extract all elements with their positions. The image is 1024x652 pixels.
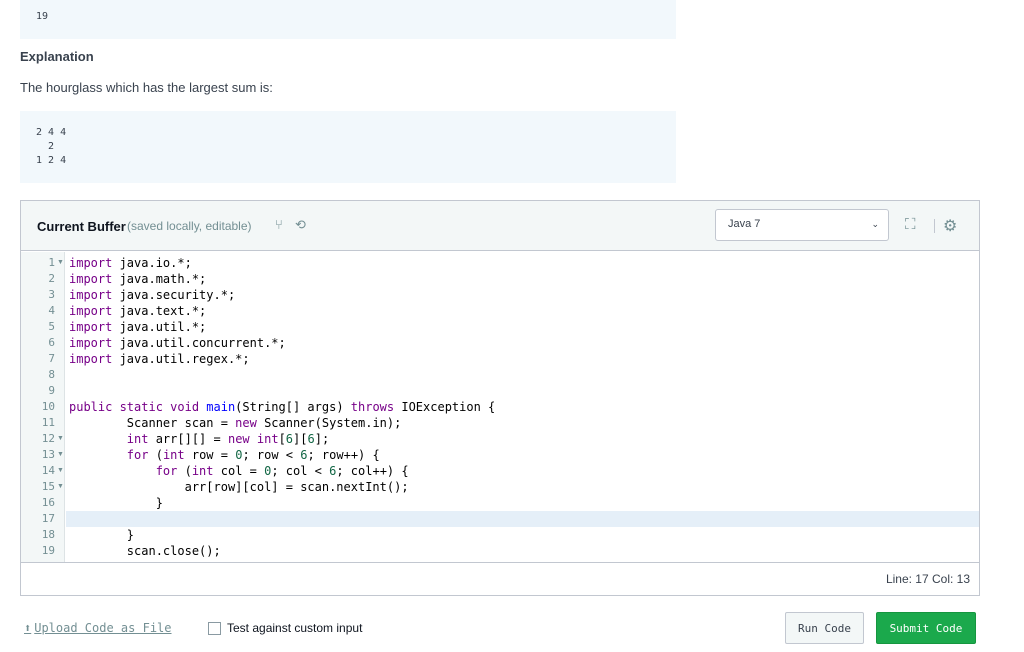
code-line: import java.math.*; [69,272,207,286]
hourglass-line: 1 2 4 [36,155,67,166]
header-divider [934,219,935,233]
hourglass-line: 2 4 4 [36,127,67,138]
code-line: import java.util.*; [69,320,207,334]
language-select[interactable]: Java 7 ⌄ [715,209,889,241]
line-number: 16 [41,496,55,509]
active-line-highlight [66,511,979,527]
code-line: import java.io.*; [69,256,192,270]
buffer-title: Current Buffer [37,219,126,234]
code-line: for (int row = 0; row < 6; row++) { [69,448,380,462]
hourglass-line: 2 [36,141,55,152]
upload-icon: ⬆ [24,621,32,635]
code-area[interactable]: 1 2 3 4 5 6 7 8 9 10 11 12 13 14 15 16 1… [21,252,979,562]
fold-arrow-icon[interactable]: ▼ [57,255,64,271]
explanation-text: The hourglass which has the largest sum … [20,80,273,95]
line-number: 12 [41,432,55,445]
line-number: 2 [48,272,55,285]
upload-code-link[interactable]: ⬆ Upload Code as File [24,621,172,635]
code-line: import java.util.concurrent.*; [69,336,286,350]
sample-output-value: 19 [36,11,49,22]
upload-label: Upload Code as File [34,621,172,635]
line-number: 13 [41,448,55,461]
fold-arrow-icon[interactable]: ▼ [57,431,64,447]
line-number: 15 [41,480,55,493]
line-number: 8 [48,368,55,381]
history-icon[interactable]: ⟲ [295,217,306,233]
code-line: import java.util.regex.*; [69,352,250,366]
line-number: 4 [48,304,55,317]
line-number: 5 [48,320,55,333]
gear-icon[interactable]: ⚙ [943,216,957,236]
language-selected: Java 7 [728,218,761,230]
line-number: 10 [41,400,55,413]
code-line: Scanner scan = new Scanner(System.in); [69,416,402,430]
line-number: 17 [41,512,55,525]
code-editor: Current Buffer (saved locally, editable)… [20,200,980,596]
editor-header: Current Buffer (saved locally, editable)… [21,201,979,251]
explanation-title: Explanation [20,49,94,64]
fold-arrow-icon[interactable]: ▼ [57,479,64,495]
code-line: arr[row][col] = scan.nextInt(); [69,480,409,494]
submit-code-button[interactable]: Submit Code [876,612,976,644]
code-line: int arr[][] = new int[6][6]; [69,432,330,446]
code-line: import java.text.*; [69,304,207,318]
custom-input-label[interactable]: Test against custom input [227,621,362,635]
editor-status-bar: Line: 17 Col: 13 [21,562,979,595]
line-number: 7 [48,352,55,365]
code-line: scan.close(); [69,544,221,558]
fullscreen-icon[interactable]: ⛶ [905,216,916,233]
code-line: for (int col = 0; col < 6; col++) { [69,464,409,478]
line-number: 19 [41,544,55,557]
sample-output-box: 19 [20,0,676,39]
code-line: } [69,528,135,542]
line-number: 6 [48,336,55,349]
fold-arrow-icon[interactable]: ▼ [57,463,64,479]
fold-arrow-icon[interactable]: ▼ [57,447,64,463]
chevron-down-icon: ⌄ [871,219,879,229]
code-line: public static void main(String[] args) t… [69,400,496,414]
code-line: } [69,496,163,510]
line-number-gutter: 1 2 3 4 5 6 7 8 9 10 11 12 13 14 15 16 1… [21,252,65,562]
line-number: 9 [48,384,55,397]
cursor-position: Line: 17 Col: 13 [885,572,970,586]
custom-input-checkbox[interactable] [208,622,221,635]
line-number: 11 [41,416,55,429]
run-code-button[interactable]: Run Code [785,612,864,644]
line-number: 1 [48,256,55,269]
line-number: 3 [48,288,55,301]
branch-icon[interactable]: ⑂ [275,217,283,232]
line-number: 18 [41,528,55,541]
code-line: import java.security.*; [69,288,236,302]
line-number: 14 [41,464,55,477]
buffer-subtitle: (saved locally, editable) [127,219,252,233]
hourglass-box: 2 4 4 2 1 2 4 [20,111,676,183]
